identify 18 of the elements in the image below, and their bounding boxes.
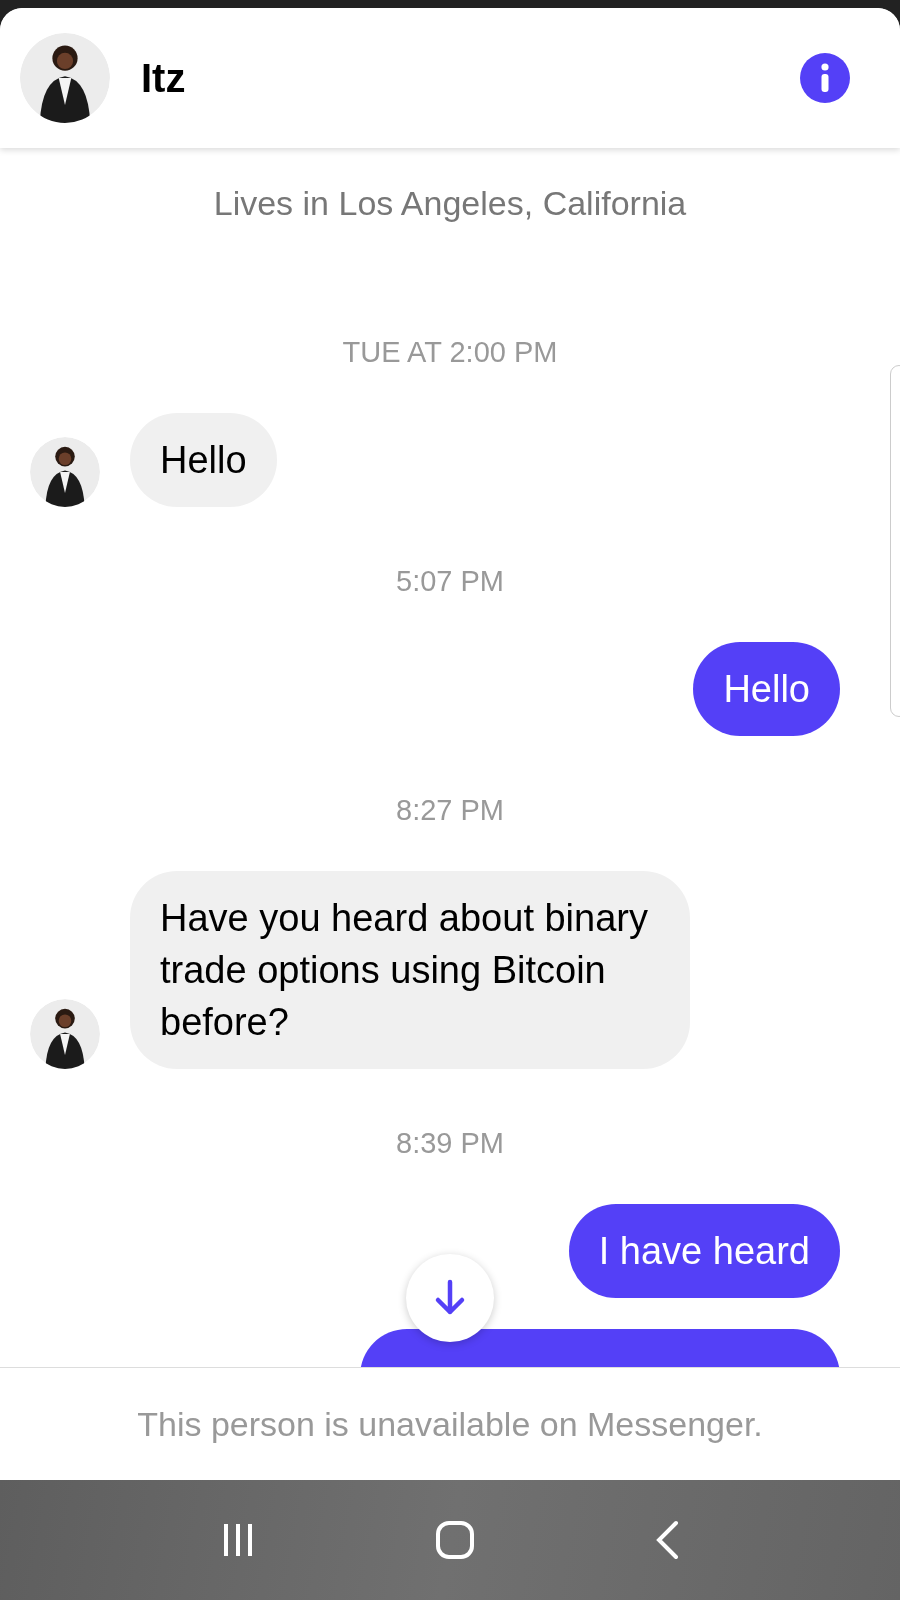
message-bubble: Have you heard about binary trade options using Bitcoin before? <box>130 871 690 1069</box>
arrow-down-icon <box>433 1279 467 1317</box>
unavailable-notice: This person is unavailable on Messenger. <box>137 1404 763 1444</box>
timestamp: 5:07 PM <box>395 564 505 599</box>
scroll-down-button[interactable] <box>406 1254 494 1342</box>
message-bubble: I have heard <box>568 1204 840 1298</box>
info-icon[interactable] <box>800 53 850 103</box>
avatar <box>30 999 100 1069</box>
timestamp: 8:27 PM <box>395 793 505 828</box>
timestamp: TUE AT 2:00 PM <box>341 335 559 370</box>
contact-name: Itz <box>141 55 186 101</box>
message-bubble: Hello <box>693 642 840 736</box>
message-bubble: Hello <box>130 413 277 507</box>
home-icon[interactable] <box>435 1520 475 1560</box>
back-icon[interactable] <box>654 1520 681 1560</box>
timestamp: 8:39 PM <box>395 1126 505 1161</box>
avatar <box>30 437 100 507</box>
profile-text: Lives in Los Angeles, California <box>213 183 687 224</box>
